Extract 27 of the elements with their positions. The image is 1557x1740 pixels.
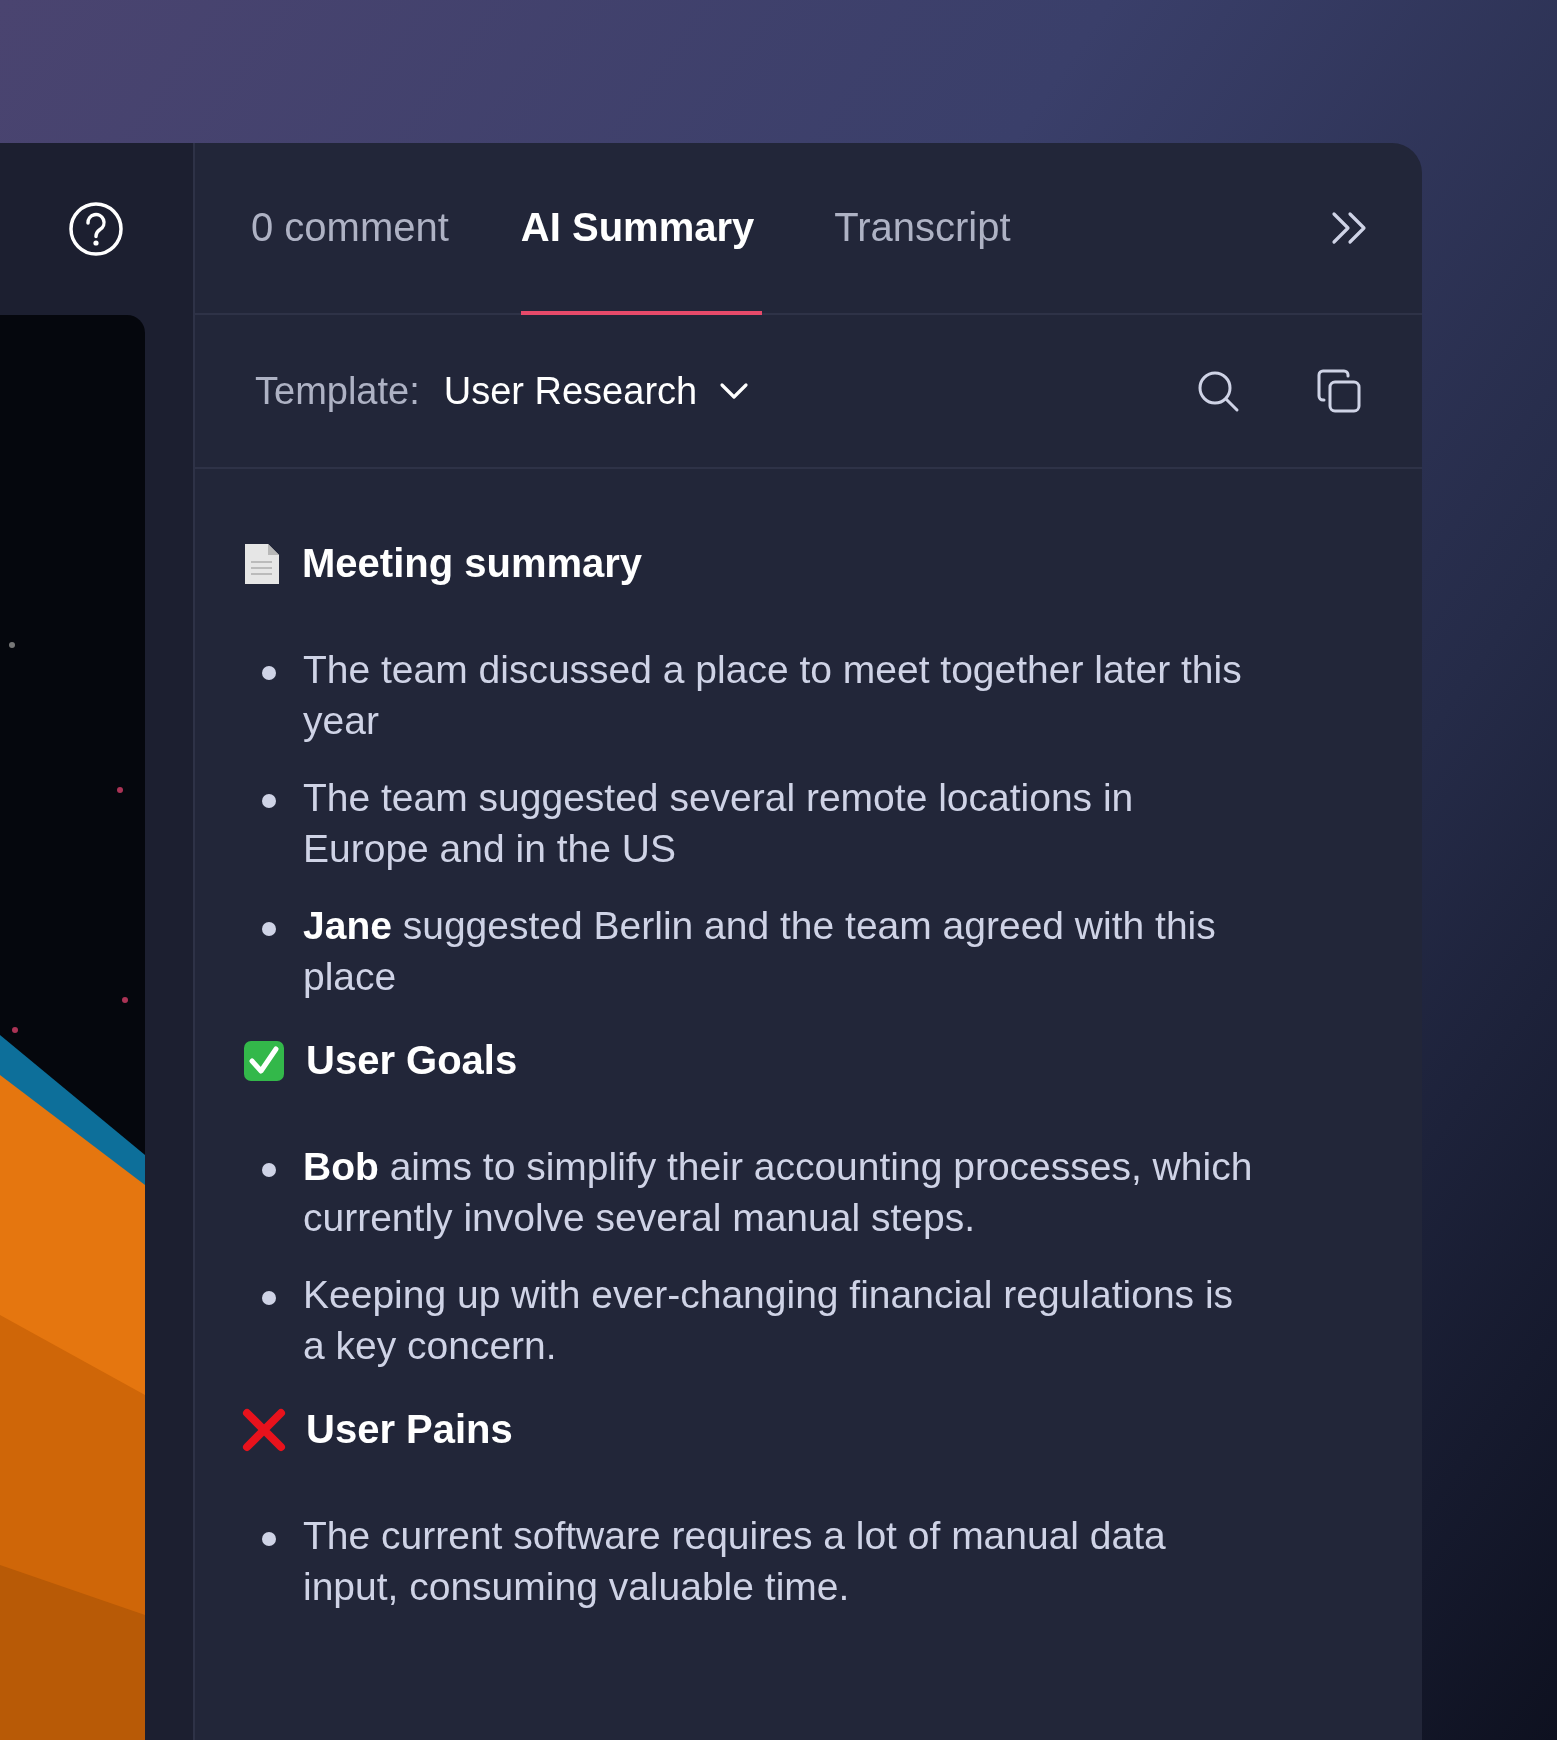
section-heading: User Goals [306, 1038, 518, 1083]
tab[interactable]: AI Summary [520, 143, 763, 315]
bullet-text: Keeping up with ever-changing financial regulations is a key concern. [303, 1272, 1235, 1369]
help-icon[interactable] [68, 201, 124, 257]
bullet-dot [262, 666, 276, 680]
check-icon [242, 1038, 286, 1083]
bullet-dot [262, 1163, 276, 1177]
document-icon [242, 541, 282, 586]
bullet-dot [262, 1532, 276, 1546]
bullet-dot [262, 1291, 276, 1305]
bullet-text: Bob aims to simplify their accounting processes, which currently involve several manual steps. [303, 1144, 1253, 1241]
copy-icon[interactable] [1316, 368, 1362, 414]
bullet-text: The team discussed a place to meet together later this year [303, 647, 1243, 744]
section-heading: Meeting summary [302, 541, 643, 586]
tab[interactable]: Transcript [834, 143, 1011, 315]
bullet-dot [262, 794, 276, 808]
section-heading: User Pains [306, 1407, 513, 1452]
search-icon[interactable] [1196, 369, 1240, 413]
bullet-text: Jane suggested Berlin and the team agreed with this place [303, 903, 1217, 1000]
bullet-text: The current software requires a lot of manual data input, consuming valuable time. [303, 1513, 1167, 1610]
template-dropdown[interactable]: User Research [443, 369, 750, 413]
bullet-text: The team suggested several remote locations in Europe and in the US [303, 775, 1135, 872]
cross-icon [242, 1407, 286, 1452]
template-label: Template: [255, 369, 420, 413]
tab[interactable]: 0 comment [251, 143, 449, 315]
caret-icon [719, 382, 750, 400]
bullet-dot [262, 922, 276, 936]
